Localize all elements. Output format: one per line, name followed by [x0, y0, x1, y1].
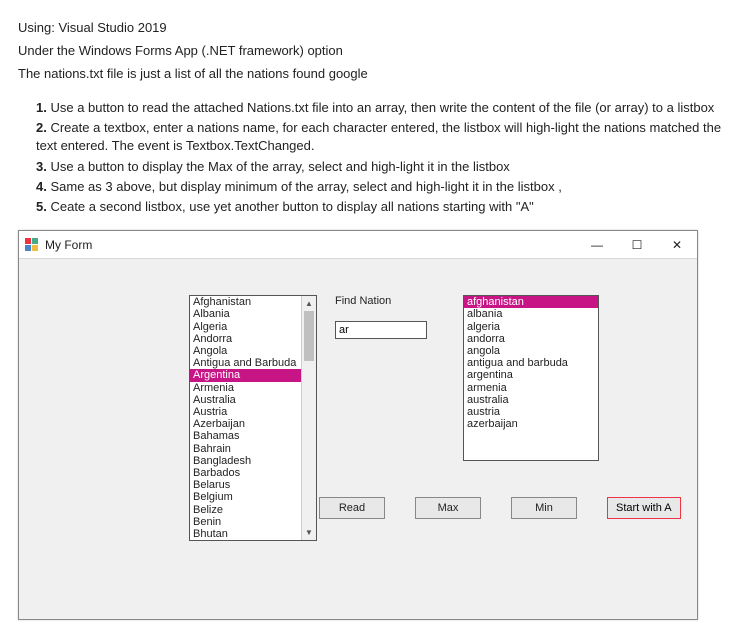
list-item[interactable]: Bahrain	[190, 443, 316, 455]
find-panel: Find Nation	[335, 295, 445, 339]
scroll-down-icon[interactable]: ▼	[302, 525, 316, 540]
list-item[interactable]: Belarus	[190, 479, 316, 491]
maximize-button[interactable]: ☐	[617, 231, 657, 259]
list-item[interactable]: Albania	[190, 308, 316, 320]
list-item[interactable]: Australia	[190, 394, 316, 406]
list-item[interactable]: Armenia	[190, 382, 316, 394]
instructions-list: 1. Use a button to read the attached Nat…	[36, 99, 725, 216]
step-2: 2. Create a textbox, enter a nations nam…	[36, 119, 725, 155]
intro-line-2: Under the Windows Forms App (.NET framew…	[18, 43, 725, 58]
list-item[interactable]: Austria	[190, 406, 316, 418]
app-window: My Form — ☐ ✕ AfghanistanAlbaniaAlgeriaA…	[18, 230, 698, 620]
list-item[interactable]: Antigua and Barbuda	[190, 357, 316, 369]
intro-line-1: Using: Visual Studio 2019	[18, 20, 725, 35]
start-with-a-button[interactable]: Start with A	[607, 497, 681, 519]
max-button[interactable]: Max	[415, 497, 481, 519]
list-item[interactable]: Algeria	[190, 321, 316, 333]
nations-listbox[interactable]: AfghanistanAlbaniaAlgeriaAndorraAngolaAn…	[189, 295, 317, 541]
minimize-button[interactable]: —	[577, 231, 617, 259]
client-area: AfghanistanAlbaniaAlgeriaAndorraAngolaAn…	[19, 259, 697, 619]
list-item[interactable]: Bangladesh	[190, 455, 316, 467]
list-item[interactable]: Belgium	[190, 491, 316, 503]
list-item[interactable]: Afghanistan	[190, 296, 316, 308]
step-5: 5. Ceate a second listbox, use yet anoth…	[36, 198, 725, 216]
list-item[interactable]: argentina	[464, 369, 598, 381]
list-item[interactable]: australia	[464, 394, 598, 406]
scrollbar[interactable]: ▲ ▼	[301, 296, 316, 540]
list-item[interactable]: Barbados	[190, 467, 316, 479]
list-item[interactable]: Benin	[190, 516, 316, 528]
list-item[interactable]: Bhutan	[190, 528, 316, 540]
list-item[interactable]: Belize	[190, 504, 316, 516]
results-listbox[interactable]: afghanistanalbaniaalgeriaandorraangolaan…	[463, 295, 599, 461]
step-3: 3. Use a button to display the Max of th…	[36, 158, 725, 176]
list-item[interactable]: Bahamas	[190, 430, 316, 442]
list-item[interactable]: andorra	[464, 333, 598, 345]
button-row: Read Max Min Start with A	[319, 497, 681, 519]
min-button[interactable]: Min	[511, 497, 577, 519]
step-4: 4. Same as 3 above, but display minimum …	[36, 178, 725, 196]
find-nation-label: Find Nation	[335, 295, 445, 307]
list-item[interactable]: Azerbaijan	[190, 418, 316, 430]
list-item[interactable]: austria	[464, 406, 598, 418]
scroll-up-icon[interactable]: ▲	[302, 296, 316, 311]
list-item[interactable]: Andorra	[190, 333, 316, 345]
step-1: 1. Use a button to read the attached Nat…	[36, 99, 725, 117]
list-item[interactable]: algeria	[464, 321, 598, 333]
app-icon	[25, 238, 39, 252]
list-item[interactable]: albania	[464, 308, 598, 320]
close-button[interactable]: ✕	[657, 231, 697, 259]
intro-line-3: The nations.txt file is just a list of a…	[18, 66, 725, 81]
scroll-thumb[interactable]	[304, 311, 314, 361]
list-item[interactable]: Angola	[190, 345, 316, 357]
list-item[interactable]: afghanistan	[464, 296, 598, 308]
list-item[interactable]: antigua and barbuda	[464, 357, 598, 369]
titlebar[interactable]: My Form — ☐ ✕	[19, 231, 697, 259]
list-item[interactable]: Argentina	[190, 369, 316, 381]
window-title: My Form	[45, 238, 92, 252]
list-item[interactable]: angola	[464, 345, 598, 357]
list-item[interactable]: armenia	[464, 382, 598, 394]
read-button[interactable]: Read	[319, 497, 385, 519]
find-nation-input[interactable]	[335, 321, 427, 339]
list-item[interactable]: azerbaijan	[464, 418, 598, 430]
